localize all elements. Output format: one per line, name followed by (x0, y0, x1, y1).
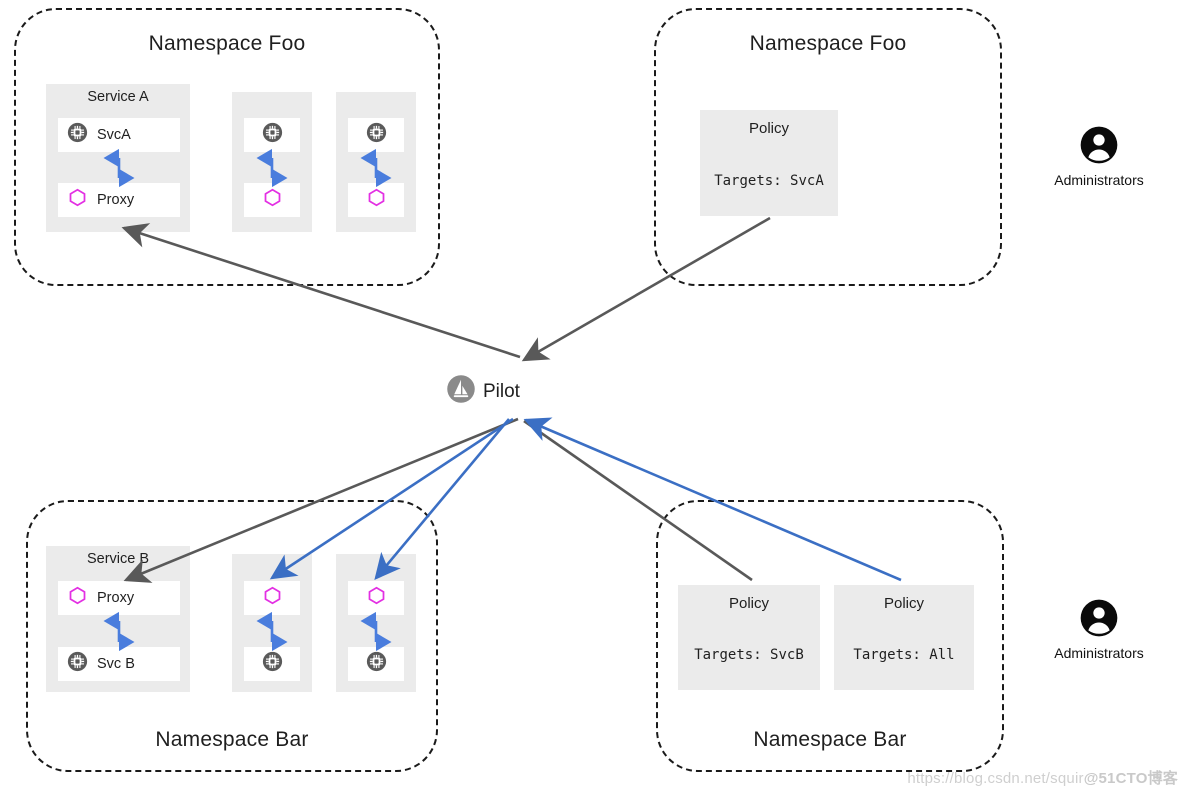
pilot-label: Pilot (483, 380, 520, 402)
policy-title: Policy (748, 120, 789, 137)
diagram-canvas: Namespace Foo Service A SvcA Proxy Names… (0, 0, 1184, 792)
administrators-bottom: Administrators (1024, 598, 1174, 661)
namespace-title-foo-policies: Namespace Foo (749, 32, 907, 55)
namespace-title-bar-policies: Namespace Bar (753, 728, 907, 751)
proxy-hexagon-icon (67, 187, 88, 213)
policy-target: Targets: SvcA (714, 173, 824, 189)
watermark-brand: @51CTO博客 (1083, 770, 1178, 787)
pod-cell-proxy-foo-3 (348, 183, 404, 217)
pod-cell-svca: SvcA (58, 118, 180, 152)
watermark-url: https://blog.csdn.net/squir (907, 770, 1084, 787)
proxy-hexagon-icon (67, 585, 88, 611)
policy-target: Targets: SvcB (694, 647, 804, 663)
pod-cell-proxy-bar-3 (348, 581, 404, 615)
policy-box-foo-svca[interactable]: Policy Targets: SvcA (700, 110, 838, 216)
pod-cell-label: Proxy (97, 192, 135, 208)
namespace-title-foo-workloads: Namespace Foo (148, 32, 306, 55)
service-chip-icon (67, 651, 88, 677)
policy-box-bar-all[interactable]: Policy Targets: All (834, 585, 974, 690)
service-label-service-b: Service B (86, 551, 150, 567)
person-icon (1079, 599, 1119, 642)
pilot-node[interactable]: Pilot (446, 374, 520, 409)
service-chip-icon (67, 122, 88, 148)
namespace-title-bar-workloads: Namespace Bar (155, 728, 309, 751)
service-chip-icon (262, 651, 283, 677)
istio-sail-icon (446, 374, 476, 409)
service-chip-icon (366, 651, 387, 677)
policy-title: Policy (883, 595, 924, 612)
service-label-service-a: Service A (87, 89, 149, 105)
policy-title: Policy (728, 595, 769, 612)
proxy-hexagon-icon (262, 585, 283, 611)
pod-cell-proxy-b: Proxy (58, 581, 180, 615)
pod-cell-svc-bar-3 (348, 647, 404, 681)
administrators-label: Administrators (1054, 172, 1144, 188)
administrators-label: Administrators (1054, 645, 1144, 661)
proxy-hexagon-icon (262, 187, 283, 213)
policy-target: Targets: All (853, 647, 955, 663)
proxy-hexagon-icon (366, 585, 387, 611)
watermark: https://blog.csdn.net/squir@51CTO博客 (907, 767, 1178, 788)
policy-box-bar-svcb[interactable]: Policy Targets: SvcB (678, 585, 820, 690)
pod-cell-proxy-a: Proxy (58, 183, 180, 217)
pod-cell-label: Svc B (97, 656, 135, 672)
person-icon (1079, 126, 1119, 169)
pod-cell-svc-bar-2 (244, 647, 300, 681)
service-chip-icon (366, 122, 387, 148)
pod-cell-svcb: Svc B (58, 647, 180, 681)
pod-cell-label: Proxy (97, 590, 135, 606)
pod-cell-proxy-bar-2 (244, 581, 300, 615)
pod-cell-svc-foo-2 (244, 118, 300, 152)
proxy-hexagon-icon (366, 187, 387, 213)
pod-cell-label: SvcA (97, 127, 131, 143)
pod-cell-proxy-foo-2 (244, 183, 300, 217)
service-chip-icon (262, 122, 283, 148)
pod-cell-svc-foo-3 (348, 118, 404, 152)
administrators-top: Administrators (1024, 125, 1174, 188)
